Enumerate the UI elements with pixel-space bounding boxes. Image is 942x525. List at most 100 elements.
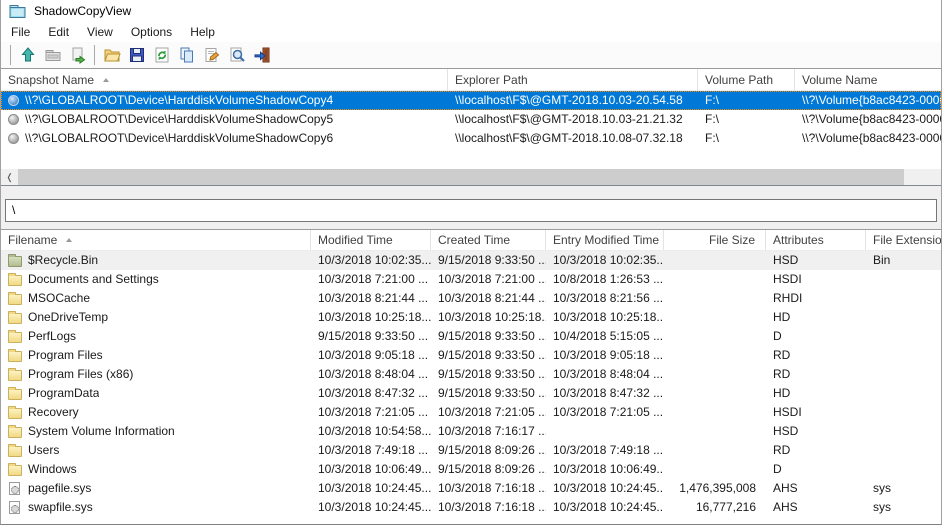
file-row[interactable]: Program Files10/3/2018 9:05:18 ...9/15/2… — [1, 346, 941, 365]
menu-item-file[interactable]: File — [2, 23, 39, 41]
file-extension-cell — [866, 346, 941, 365]
filename-cell: ProgramData — [1, 384, 311, 403]
column-header-created-time[interactable]: Created Time — [431, 230, 546, 250]
column-header-file-size[interactable]: File Size — [664, 230, 766, 250]
scroll-left-arrow-icon[interactable]: ❬ — [1, 169, 18, 185]
recycle-folder-icon — [8, 256, 22, 267]
file-extension-cell: Bin — [866, 251, 941, 270]
filename-label: Users — [28, 441, 59, 460]
file-row[interactable]: Recovery10/3/2018 7:21:05 ...10/3/2018 7… — [1, 403, 941, 422]
save-icon[interactable] — [124, 44, 149, 67]
filename-label: pagefile.sys — [28, 479, 91, 498]
entry-modified-time-cell: 10/3/2018 7:49:18 ... — [546, 441, 664, 460]
snapshot-row[interactable]: \\?\GLOBALROOT\Device\HarddiskVolumeShad… — [1, 110, 941, 129]
properties-icon[interactable] — [199, 44, 224, 67]
column-header-entry-modified-time[interactable]: Entry Modified Time — [546, 230, 664, 250]
column-header-filename[interactable]: Filename — [1, 230, 311, 250]
file-list-header: FilenameModified TimeCreated TimeEntry M… — [1, 230, 941, 251]
shadow-copy-icon — [8, 133, 19, 144]
up-icon[interactable] — [15, 44, 40, 67]
export-icon[interactable] — [65, 44, 90, 67]
explorer-path-cell: \\localhost\F$\@GMT-2018.10.03-21.21.32 — [448, 110, 698, 129]
entry-modified-time-cell: 10/3/2018 10:02:35... — [546, 251, 664, 270]
filename-cell: PerfLogs — [1, 327, 311, 346]
copy-icon[interactable] — [174, 44, 199, 67]
file-row[interactable]: swapfile.sys10/3/2018 10:24:45...10/3/20… — [1, 498, 941, 517]
file-row[interactable]: pagefile.sys10/3/2018 10:24:45...10/3/20… — [1, 479, 941, 498]
file-row[interactable]: $Recycle.Bin10/3/2018 10:02:35...9/15/20… — [1, 251, 941, 270]
file-row[interactable]: ProgramData10/3/2018 8:47:32 ...9/15/201… — [1, 384, 941, 403]
modified-time-cell: 10/3/2018 7:21:00 ... — [311, 270, 431, 289]
file-row[interactable]: System Volume Information10/3/2018 10:54… — [1, 422, 941, 441]
folder-icon — [8, 294, 22, 305]
file-size-cell: 1,476,395,008 — [664, 479, 766, 498]
modified-time-cell: 10/3/2018 7:49:18 ... — [311, 441, 431, 460]
entry-modified-time-cell — [546, 422, 664, 441]
file-size-cell — [664, 251, 766, 270]
file-extension-cell: sys — [866, 498, 941, 517]
file-row[interactable]: PerfLogs9/15/2018 9:33:50 ...9/15/2018 9… — [1, 327, 941, 346]
menu-item-help[interactable]: Help — [181, 23, 224, 41]
file-row[interactable]: Windows10/3/2018 10:06:49...9/15/2018 8:… — [1, 460, 941, 479]
menu-item-edit[interactable]: Edit — [39, 23, 78, 41]
column-header-modified-time[interactable]: Modified Time — [311, 230, 431, 250]
folder-icon — [8, 351, 22, 362]
filename-label: Program Files — [28, 346, 103, 365]
file-row[interactable]: Program Files (x86)10/3/2018 8:48:04 ...… — [1, 365, 941, 384]
folder-icon — [8, 370, 22, 381]
file-row[interactable]: OneDriveTemp10/3/2018 10:25:18...10/3/20… — [1, 308, 941, 327]
modified-time-cell: 10/3/2018 8:48:04 ... — [311, 365, 431, 384]
folder-icon — [8, 427, 22, 438]
file-row[interactable]: MSOCache10/3/2018 8:21:44 ...10/3/2018 8… — [1, 289, 941, 308]
app-folder-icon — [9, 3, 26, 19]
column-header-snapshot-name[interactable]: Snapshot Name — [1, 69, 448, 90]
column-header-volume-name[interactable]: Volume Name — [795, 69, 941, 90]
menu-item-view[interactable]: View — [78, 23, 122, 41]
column-header-file-extension[interactable]: File Extension — [866, 230, 941, 250]
scrollbar-thumb[interactable] — [18, 169, 904, 185]
folder-icon — [8, 275, 22, 286]
snapshot-name-cell: \\?\GLOBALROOT\Device\HarddiskVolumeShad… — [1, 91, 448, 110]
snapshot-name-label: \\?\GLOBALROOT\Device\HarddiskVolumeShad… — [25, 129, 333, 148]
filename-label: Recovery — [28, 403, 79, 422]
filename-cell: Recovery — [1, 403, 311, 422]
snapshot-row[interactable]: \\?\GLOBALROOT\Device\HarddiskVolumeShad… — [1, 129, 941, 148]
attributes-cell: HSD — [766, 422, 866, 441]
horizontal-scrollbar[interactable]: ❬ — [1, 169, 941, 186]
filename-label: PerfLogs — [28, 327, 76, 346]
snapshot-name-cell: \\?\GLOBALROOT\Device\HarddiskVolumeShad… — [1, 129, 448, 148]
column-header-explorer-path[interactable]: Explorer Path — [448, 69, 698, 90]
created-time-cell: 9/15/2018 8:09:26 ... — [431, 460, 546, 479]
column-header-volume-path[interactable]: Volume Path — [698, 69, 795, 90]
attributes-cell: RHDI — [766, 289, 866, 308]
folder-open-icon[interactable] — [99, 44, 124, 67]
file-row[interactable]: Users10/3/2018 7:49:18 ...9/15/2018 8:09… — [1, 441, 941, 460]
volume-path-cell: F:\ — [698, 110, 795, 129]
snapshot-name-label: \\?\GLOBALROOT\Device\HarddiskVolumeShad… — [25, 91, 333, 110]
splitter[interactable] — [1, 186, 941, 197]
column-header-label: Snapshot Name — [8, 73, 94, 87]
file-size-cell — [664, 327, 766, 346]
created-time-cell: 9/15/2018 9:33:50 ... — [431, 346, 546, 365]
exit-icon[interactable] — [249, 44, 274, 67]
open-drive-icon[interactable] — [40, 44, 65, 67]
modified-time-cell: 10/3/2018 7:21:05 ... — [311, 403, 431, 422]
refresh-icon[interactable] — [149, 44, 174, 67]
created-time-cell: 10/3/2018 7:16:17 ... — [431, 422, 546, 441]
snapshot-row[interactable]: \\?\GLOBALROOT\Device\HarddiskVolumeShad… — [1, 91, 941, 110]
attributes-cell: HSDI — [766, 270, 866, 289]
file-extension-cell — [866, 460, 941, 479]
find-icon[interactable] — [224, 44, 249, 67]
attributes-cell: AHS — [766, 479, 866, 498]
filename-cell: Program Files — [1, 346, 311, 365]
sys-file-icon — [9, 482, 20, 495]
file-size-cell — [664, 346, 766, 365]
scrollbar-track[interactable] — [904, 169, 941, 185]
filename-cell: Windows — [1, 460, 311, 479]
file-size-cell — [664, 365, 766, 384]
attributes-cell: RD — [766, 365, 866, 384]
column-header-attributes[interactable]: Attributes — [766, 230, 866, 250]
file-row[interactable]: Documents and Settings10/3/2018 7:21:00 … — [1, 270, 941, 289]
menu-item-options[interactable]: Options — [122, 23, 181, 41]
current-path-input[interactable] — [5, 199, 937, 222]
